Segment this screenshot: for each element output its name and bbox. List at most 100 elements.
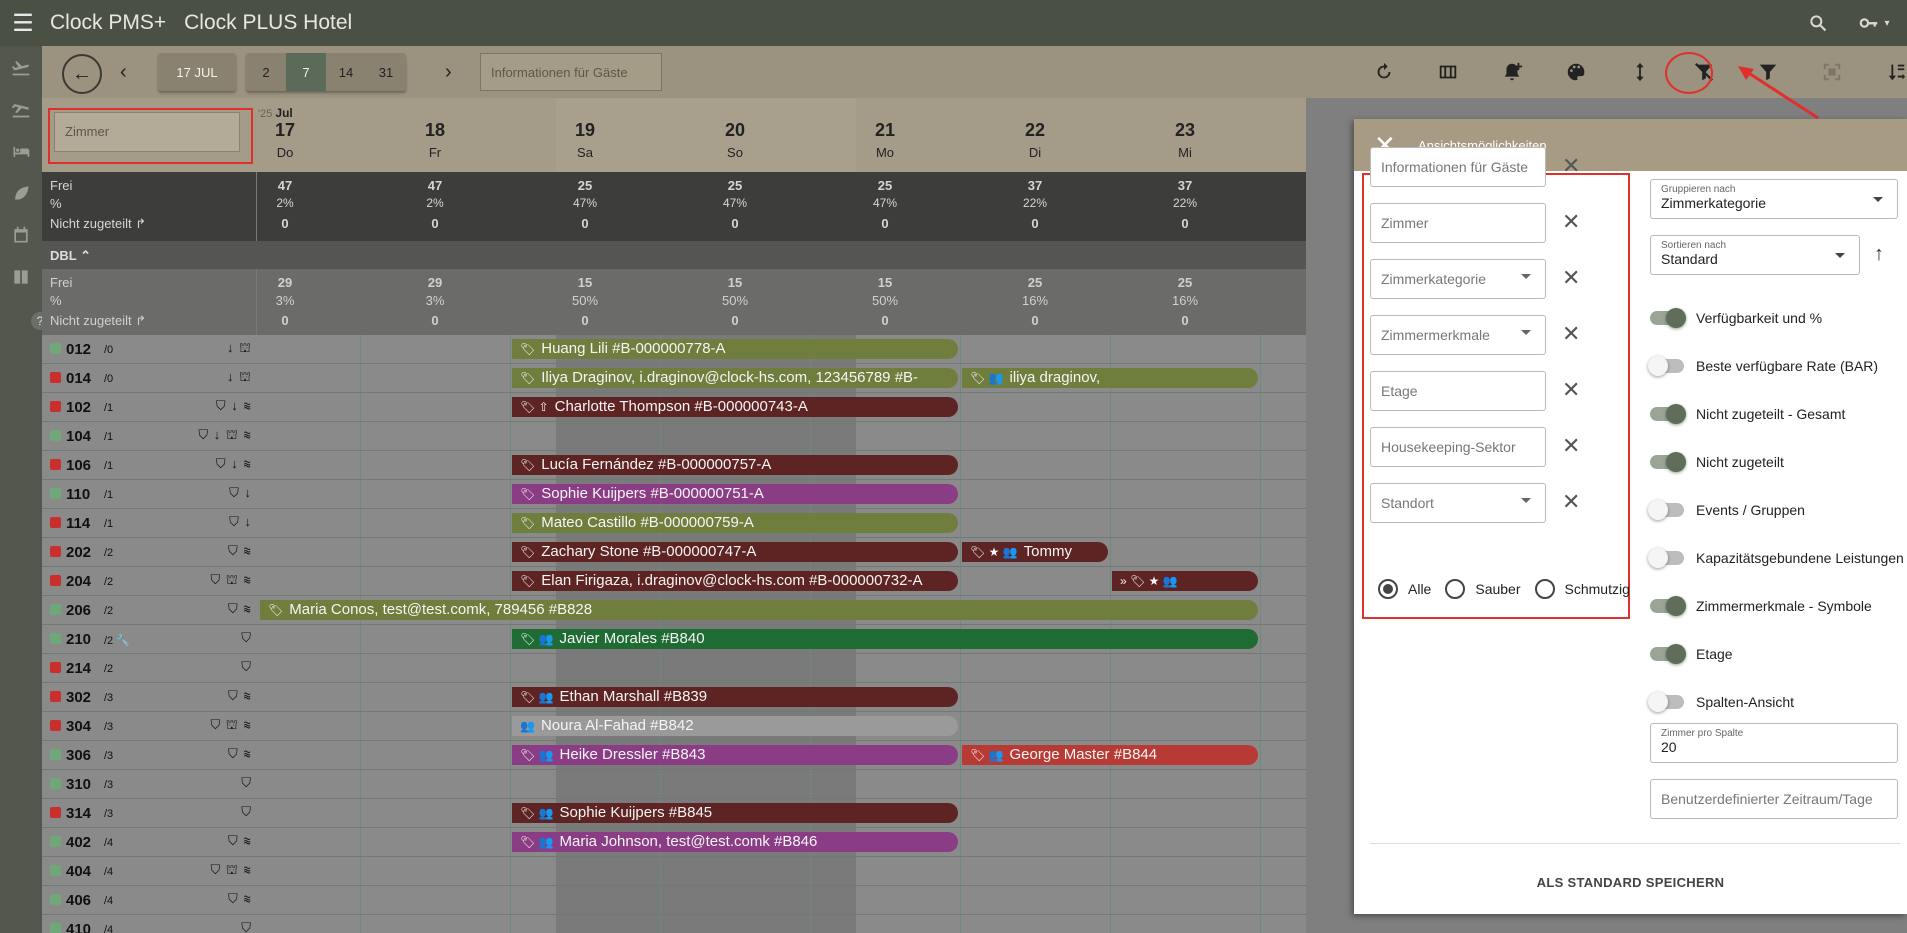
- booking-bar[interactable]: » 🏷 ★ 👥: [1112, 571, 1258, 591]
- room-label-cell[interactable]: 214/2 ⛉: [42, 654, 256, 682]
- day-header[interactable]: 19 Sa: [510, 120, 660, 160]
- booking-bar[interactable]: 🏷 ⇧ Charlotte Thompson #B-000000743-A: [512, 397, 958, 417]
- toggle-switch[interactable]: [1648, 692, 1684, 712]
- room-label-cell[interactable]: 302/3 ⛉ ≋: [42, 683, 256, 711]
- booking-bar[interactable]: 🏷 Maria Conos, test@test.comk, 789456 #B8…: [260, 600, 1258, 620]
- booking-bar[interactable]: 🏷 Sophie Kuijpers #B-000000751-A: [512, 484, 958, 504]
- room-label-cell[interactable]: 104/1 ⛉ ↓ ⛫ ≋: [42, 422, 256, 450]
- radio-button[interactable]: [1534, 579, 1555, 599]
- range-option-7[interactable]: 7: [286, 53, 326, 91]
- rooms-per-column-field[interactable]: Zimmer pro Spalte 20: [1650, 723, 1898, 763]
- room-label-cell[interactable]: 402/4 ⛉ ≋: [42, 828, 256, 856]
- cleanliness-radio[interactable]: Schmutzig: [1534, 579, 1630, 599]
- clear-field-icon[interactable]: ✕: [1562, 321, 1580, 347]
- room-label-cell[interactable]: 012/0 ↓ ⛫: [42, 335, 256, 363]
- search-icon[interactable]: [1795, 0, 1841, 46]
- booking-bar[interactable]: 🏷 👥 Ethan Marshall #B839: [512, 687, 958, 707]
- booking-bar[interactable]: 🏷 👥 Javier Morales #B840: [512, 629, 1258, 649]
- booking-bar[interactable]: 🏷 👥 Heike Dressler #B843: [512, 745, 958, 765]
- bed-icon[interactable]: [0, 130, 42, 172]
- room-label-cell[interactable]: 314/3 ⛉: [42, 799, 256, 827]
- booking-bar[interactable]: 🏷 Lucía Fernández #B-000000757-A: [512, 455, 958, 475]
- group-header-dbl[interactable]: DBL ⌃: [42, 241, 1306, 269]
- day-header[interactable]: 21 Mo: [810, 120, 960, 160]
- booking-bar[interactable]: 👥 Noura Al-Fahad #B842: [512, 716, 958, 736]
- clear-field-icon[interactable]: ✕: [1562, 209, 1580, 235]
- calendar-icon[interactable]: [0, 214, 42, 256]
- cleanliness-radio[interactable]: Alle: [1378, 579, 1431, 599]
- toggle-option[interactable]: Nicht zugeteilt - Gesamt: [1650, 402, 1845, 426]
- toggle-switch[interactable]: [1650, 404, 1686, 424]
- toggle-option[interactable]: Etage: [1650, 642, 1733, 666]
- room-label-cell[interactable]: 404/4 ⛉ ⛫ ≋: [42, 857, 256, 885]
- palette-icon[interactable]: [1544, 46, 1608, 98]
- filter-field[interactable]: Etage: [1370, 371, 1546, 411]
- next-icon[interactable]: ›: [445, 61, 452, 84]
- clear-field-icon[interactable]: ✕: [1562, 265, 1580, 291]
- room-label-cell[interactable]: 410/4 ⛉: [42, 915, 256, 933]
- toggle-switch[interactable]: [1648, 548, 1684, 568]
- toggle-option[interactable]: Verfügbarkeit und %: [1650, 306, 1822, 330]
- booking-bar[interactable]: 🏷 ★ 👥 Tommy: [962, 542, 1108, 562]
- cleanliness-radio[interactable]: Sauber: [1445, 579, 1521, 599]
- date-picker-button[interactable]: 17 JUL: [158, 53, 236, 91]
- booking-bar[interactable]: 🏷 Iliya Draginov, i.draginov@clock-hs.com…: [512, 368, 958, 388]
- hotel-name[interactable]: Clock PLUS Hotel: [184, 11, 352, 35]
- room-label-cell[interactable]: 206/2 ⛉ ≋: [42, 596, 256, 624]
- filter-field[interactable]: Zimmerkategorie: [1370, 259, 1546, 299]
- range-option-31[interactable]: 31: [366, 53, 406, 91]
- day-header[interactable]: 23 Mi: [1110, 120, 1260, 160]
- booking-bar[interactable]: 🏷 Zachary Stone #B-000000747-A: [512, 542, 958, 562]
- booking-bar[interactable]: 🏷 👥 Sophie Kuijpers #B845: [512, 803, 958, 823]
- toggle-option[interactable]: Spalten-Ansicht: [1648, 690, 1794, 714]
- back-icon[interactable]: ←: [62, 54, 102, 94]
- clear-field-icon[interactable]: ✕: [1562, 433, 1580, 459]
- refresh-icon[interactable]: [1352, 46, 1416, 98]
- booking-bar[interactable]: 🏷 👥 George Master #B844: [962, 745, 1258, 765]
- room-label-cell[interactable]: 310/3 ⛉: [42, 770, 256, 798]
- toggle-option[interactable]: Nicht zugeteilt: [1650, 450, 1784, 474]
- radio-button[interactable]: [1378, 579, 1398, 599]
- toggle-option[interactable]: Zimmermerkmale - Symbole: [1650, 594, 1872, 618]
- filter-field[interactable]: Informationen für Gäste: [1370, 147, 1546, 187]
- toggle-switch[interactable]: [1650, 596, 1686, 616]
- booking-bar[interactable]: 🏷 Huang Lili #B-000000778-A: [512, 339, 958, 359]
- clear-field-icon[interactable]: ✕: [1562, 153, 1580, 179]
- sort-by-select[interactable]: Sortieren nach Standard: [1650, 235, 1860, 275]
- unassigned-label[interactable]: Nicht zugeteilt ↱: [50, 216, 146, 232]
- day-header[interactable]: 20 So: [660, 120, 810, 160]
- toggle-switch[interactable]: [1650, 308, 1686, 328]
- toggle-option[interactable]: Kapazitätsgebundene Leistungen: [1648, 546, 1904, 570]
- room-label-cell[interactable]: 102/1 ⛉ ↓ ≋: [42, 393, 256, 421]
- booking-bar[interactable]: 🏷 👥 Maria Johnson, test@test.comk #B846: [512, 832, 958, 852]
- day-header[interactable]: 22 Di: [960, 120, 1110, 160]
- add-alert-icon[interactable]: [1480, 46, 1544, 98]
- row-height-icon[interactable]: [1608, 46, 1672, 98]
- room-label-cell[interactable]: 304/3 ⛉ ⛫ ≋: [42, 712, 256, 740]
- room-label-cell[interactable]: 306/3 ⛉ ≋: [42, 741, 256, 769]
- room-label-cell[interactable]: 110/1 ⛉ ↓: [42, 480, 256, 508]
- booking-bar[interactable]: 🏷 👥 iliya draginov,: [962, 368, 1258, 388]
- columns-icon[interactable]: [1416, 46, 1480, 98]
- filter-field[interactable]: Zimmermerkmale: [1370, 315, 1546, 355]
- toggle-option[interactable]: Beste verfügbare Rate (BAR): [1648, 354, 1878, 378]
- prev-icon[interactable]: ‹: [120, 61, 127, 84]
- booking-bar[interactable]: 🏷 Mateo Castillo #B-000000759-A: [512, 513, 958, 533]
- group-unassigned-label[interactable]: Nicht zugeteilt ↱: [50, 313, 146, 329]
- leaf-icon[interactable]: [0, 172, 42, 214]
- chevron-up-icon[interactable]: ⌃: [80, 248, 91, 263]
- departures-icon[interactable]: [0, 88, 42, 130]
- guest-info-search[interactable]: Informationen für Gäste: [480, 53, 662, 91]
- room-label-cell[interactable]: 210/2 🔧 ⛉: [42, 625, 256, 653]
- toggle-switch[interactable]: [1650, 452, 1686, 472]
- room-label-cell[interactable]: 106/1 ⛉ ↓ ≋: [42, 451, 256, 479]
- clear-field-icon[interactable]: ✕: [1562, 377, 1580, 403]
- sort-direction-icon[interactable]: ↑: [1874, 243, 1884, 266]
- room-label-cell[interactable]: 114/1 ⛉ ↓: [42, 509, 256, 537]
- room-label-cell[interactable]: 204/2 ⛉ ⛫ ≋: [42, 567, 256, 595]
- filter-field[interactable]: Zimmer: [1370, 203, 1546, 243]
- toggle-switch[interactable]: [1650, 644, 1686, 664]
- room-label-cell[interactable]: 202/2 ⛉ ≋: [42, 538, 256, 566]
- arrivals-icon[interactable]: [0, 46, 42, 88]
- menu-icon[interactable]: ☰: [0, 0, 46, 46]
